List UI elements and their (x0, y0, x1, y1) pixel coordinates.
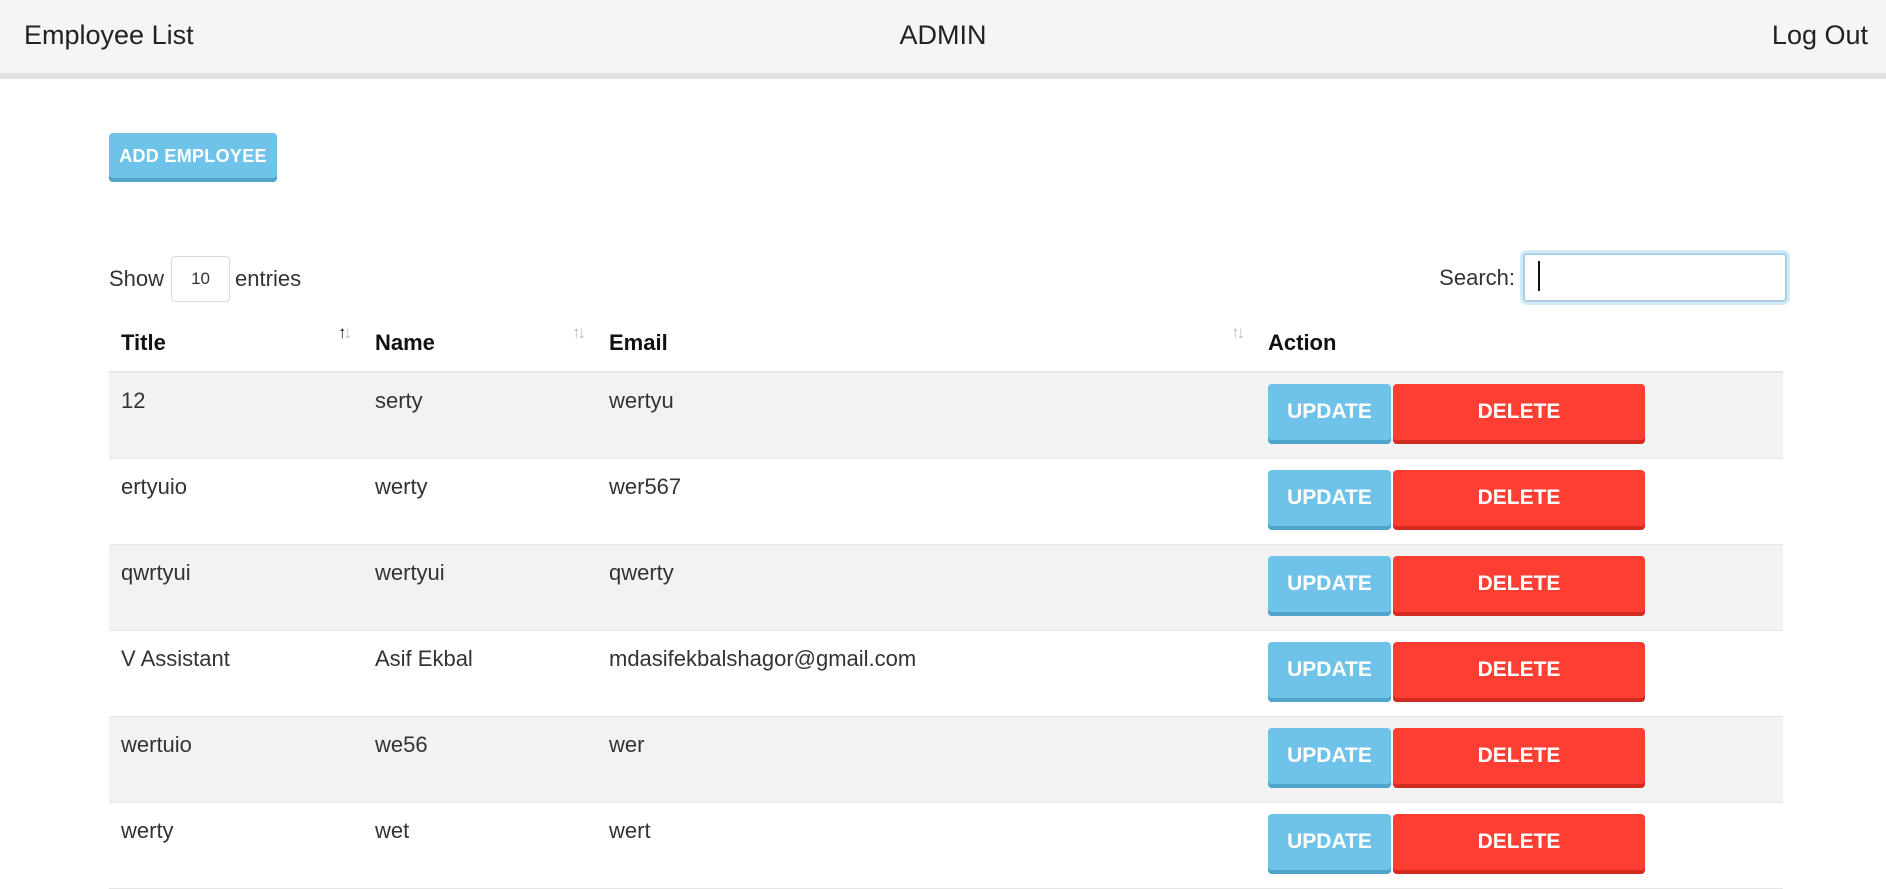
cell-name: we56 (363, 716, 597, 803)
column-header-title[interactable]: Title ↑↓ (109, 314, 363, 373)
column-header-name-label: Name (375, 329, 435, 355)
update-button[interactable]: UPDATE (1268, 641, 1391, 702)
show-label: Show (109, 266, 165, 291)
cell-title: werty (109, 802, 363, 889)
cell-action: UPDATE DELETE (1256, 716, 1783, 803)
cell-action: UPDATE DELETE (1256, 630, 1783, 717)
table-row: ertyuio werty wer567 UPDATE DELETE (109, 458, 1783, 545)
entries-select[interactable]: 10 (171, 256, 231, 302)
table-header-row: Title ↑↓ Name ↑↓ Email ↑↓ Action (109, 314, 1783, 373)
admin-title: ADMIN (899, 20, 987, 50)
cell-name: wet (363, 802, 597, 889)
sort-icon[interactable]: ↑↓ (572, 323, 586, 343)
cell-email: wert (597, 802, 1256, 889)
cell-email: wertyu (597, 372, 1256, 459)
delete-button[interactable]: DELETE (1393, 641, 1645, 702)
cell-email: wer567 (597, 458, 1256, 545)
delete-button[interactable]: DELETE (1393, 469, 1645, 530)
logout-link[interactable]: Log Out (1772, 20, 1868, 51)
column-header-email[interactable]: Email ↑↓ (597, 314, 1256, 373)
column-header-action-label: Action (1268, 329, 1337, 355)
text-caret (1538, 261, 1540, 291)
delete-button[interactable]: DELETE (1393, 555, 1645, 616)
column-header-name[interactable]: Name ↑↓ (363, 314, 597, 373)
update-button[interactable]: UPDATE (1268, 469, 1391, 530)
column-header-email-label: Email (609, 329, 668, 355)
entries-label: entries (235, 266, 302, 291)
cell-email: wer (597, 716, 1256, 803)
cell-email: qwerty (597, 544, 1256, 631)
cell-action: UPDATE DELETE (1256, 458, 1783, 545)
update-button[interactable]: UPDATE (1268, 727, 1391, 788)
sort-ascending-icon[interactable]: ↑↓ (338, 323, 352, 343)
cell-title: V Assistant (109, 630, 363, 717)
table-row: 12 serty wertyu UPDATE DELETE (109, 372, 1783, 459)
cell-name: wertyui (363, 544, 597, 631)
cell-title: qwrtyui (109, 544, 363, 631)
employee-table-wrapper: Title ↑↓ Name ↑↓ Email ↑↓ Action 12 sert… (109, 314, 1783, 889)
search-input[interactable] (1523, 253, 1787, 302)
table-row: qwrtyui wertyui qwerty UPDATE DELETE (109, 544, 1783, 631)
cell-action: UPDATE DELETE (1256, 372, 1783, 459)
update-button[interactable]: UPDATE (1268, 555, 1391, 616)
delete-button[interactable]: DELETE (1393, 727, 1645, 788)
cell-email: mdasifekbalshagor@gmail.com (597, 630, 1256, 717)
cell-name: serty (363, 372, 597, 459)
cell-action: UPDATE DELETE (1256, 544, 1783, 631)
table-row: V Assistant Asif Ekbal mdasifekbalshagor… (109, 630, 1783, 717)
table-row: werty wet wert UPDATE DELETE (109, 802, 1783, 889)
entries-length-control: Show 10 entries (109, 256, 301, 302)
delete-button[interactable]: DELETE (1393, 384, 1645, 444)
cell-action: UPDATE DELETE (1256, 802, 1783, 889)
cell-title: ertyuio (109, 458, 363, 545)
cell-name: werty (363, 458, 597, 545)
employee-table: Title ↑↓ Name ↑↓ Email ↑↓ Action 12 sert… (109, 314, 1783, 889)
update-button[interactable]: UPDATE (1268, 384, 1391, 444)
navbar: Employee List ADMIN Log Out (0, 0, 1886, 79)
table-row: wertuio we56 wer UPDATE DELETE (109, 716, 1783, 803)
search-label: Search: (1439, 264, 1515, 290)
column-header-title-label: Title (121, 329, 166, 355)
add-employee-button[interactable]: ADD EMPLOYEE (109, 133, 277, 182)
cell-title: 12 (109, 372, 363, 459)
sort-icon[interactable]: ↑↓ (1231, 323, 1245, 343)
cell-title: wertuio (109, 716, 363, 803)
cell-name: Asif Ekbal (363, 630, 597, 717)
column-header-action: Action (1256, 314, 1783, 373)
search-control: Search: (1439, 253, 1787, 302)
